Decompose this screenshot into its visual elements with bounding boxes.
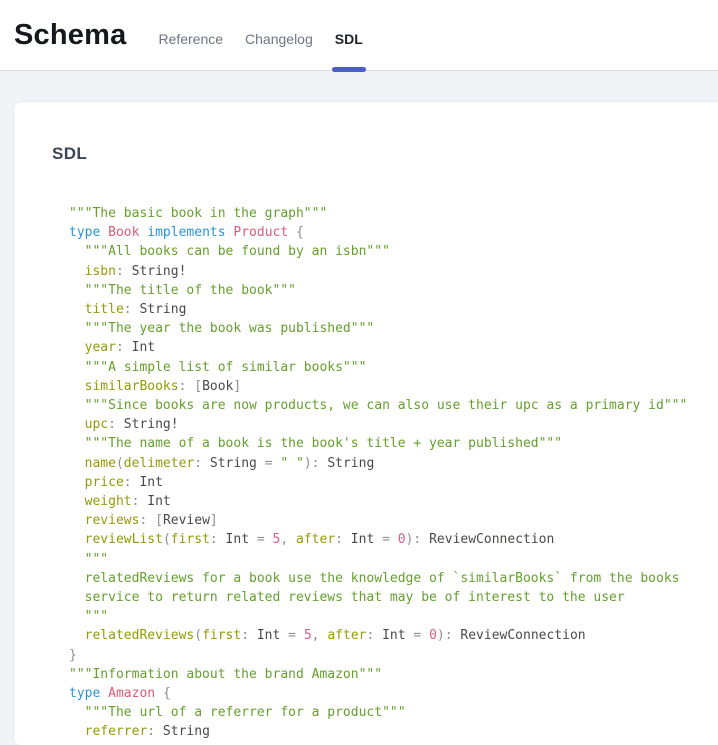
code-line: isbn: String! — [69, 262, 709, 281]
code-line: """ — [69, 607, 709, 626]
code-line: reviews: [Review] — [69, 511, 709, 530]
code-line: """The title of the book""" — [69, 281, 709, 300]
code-line: type Amazon { — [69, 684, 709, 703]
code-line: title: String — [69, 300, 709, 319]
tab-changelog-label: Changelog — [245, 31, 313, 47]
tab-reference[interactable]: Reference — [158, 4, 223, 74]
code-line: """Information about the brand Amazon""" — [69, 665, 709, 684]
code-line: price: Int — [69, 473, 709, 492]
code-line: """The name of a book is the book's titl… — [69, 434, 709, 453]
code-line: """All books can be found by an isbn""" — [69, 242, 709, 261]
code-line: """ — [69, 550, 709, 569]
active-tab-indicator — [332, 67, 366, 72]
code-line: } — [69, 646, 709, 665]
schema-tabs: Reference Changelog SDL — [158, 4, 362, 74]
code-line: reviewList(first: Int = 5, after: Int = … — [69, 530, 709, 549]
code-line: type Book implements Product { — [69, 223, 709, 242]
code-line: """A simple list of similar books""" — [69, 358, 709, 377]
code-line: """The url of a referrer for a product""… — [69, 703, 709, 722]
code-line: """The year the book was published""" — [69, 319, 709, 338]
main-content: SDL """The basic book in the graph"""typ… — [0, 71, 718, 745]
code-line: name(delimeter: String = " "): String — [69, 454, 709, 473]
code-line: """Since books are now products, we can … — [69, 396, 709, 415]
tab-reference-label: Reference — [158, 31, 223, 47]
code-line: similarBooks: [Book] — [69, 377, 709, 396]
tab-sdl[interactable]: SDL — [335, 4, 363, 74]
sdl-card: SDL """The basic book in the graph"""typ… — [13, 101, 718, 745]
code-line: relatedReviews(first: Int = 5, after: In… — [69, 626, 709, 645]
schema-header: Schema Reference Changelog SDL — [0, 0, 718, 71]
tab-sdl-label: SDL — [335, 31, 363, 47]
code-line: referrer: String — [69, 722, 709, 741]
sdl-code: """The basic book in the graph"""type Bo… — [69, 204, 709, 745]
card-heading: SDL — [52, 144, 709, 164]
page-title: Schema — [14, 19, 126, 52]
code-line: """The basic book in the graph""" — [69, 204, 709, 223]
code-line: weight: Int — [69, 492, 709, 511]
code-line: relatedReviews for a book use the knowle… — [69, 569, 709, 588]
code-line: upc: String! — [69, 415, 709, 434]
code-line: service to return related reviews that m… — [69, 588, 709, 607]
tab-changelog[interactable]: Changelog — [245, 4, 313, 74]
code-line: year: Int — [69, 338, 709, 357]
